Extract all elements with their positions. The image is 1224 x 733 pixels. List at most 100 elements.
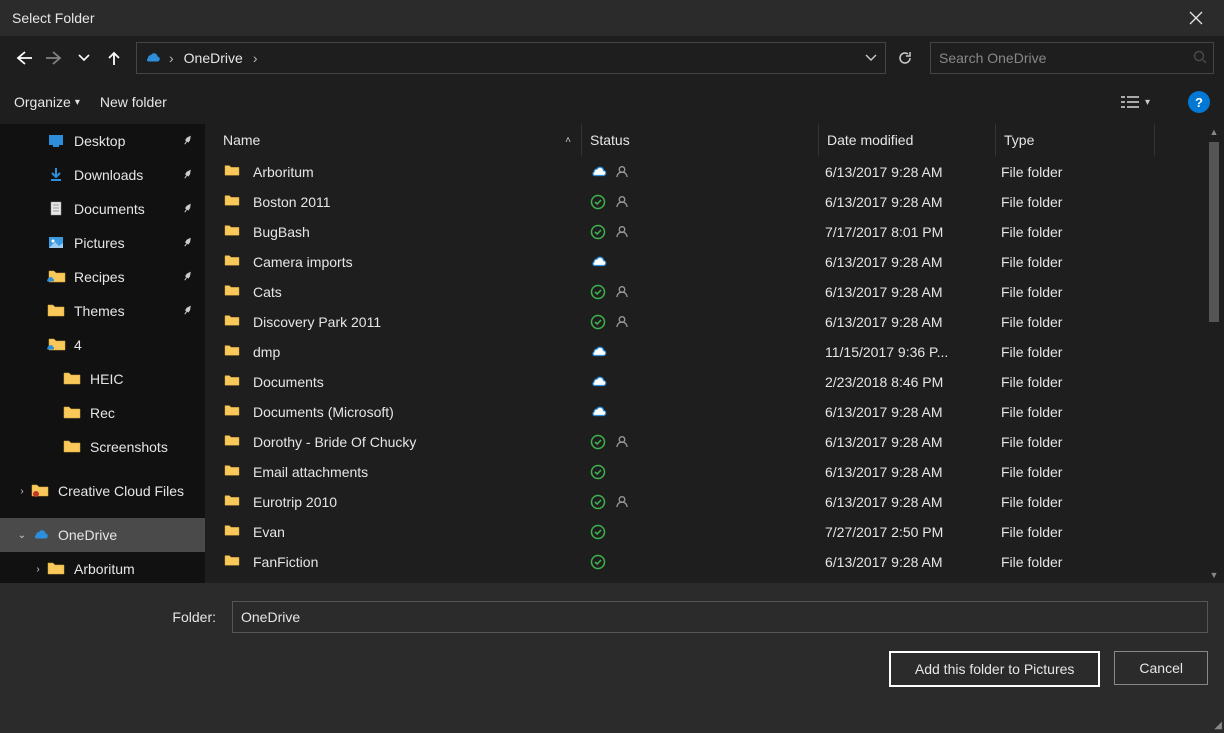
nav-recent-dropdown[interactable] <box>70 44 98 72</box>
download-icon <box>46 165 66 185</box>
tree-item[interactable]: Documents <box>0 192 205 226</box>
file-row[interactable]: Boston 20116/13/2017 9:28 AMFile folder <box>205 187 1224 217</box>
expand-icon[interactable]: › <box>14 486 30 497</box>
tree-item[interactable]: Themes <box>0 294 205 328</box>
file-name: dmp <box>253 344 280 360</box>
file-row[interactable]: Dorothy - Bride Of Chucky6/13/2017 9:28 … <box>205 427 1224 457</box>
search-icon <box>1193 50 1207 67</box>
titlebar: Select Folder <box>0 0 1224 36</box>
column-name[interactable]: Name˄ <box>205 124 582 156</box>
refresh-button[interactable] <box>890 43 920 73</box>
file-date: 6/13/2017 9:28 AM <box>817 164 993 180</box>
file-row[interactable]: dmp11/15/2017 9:36 P...File folder <box>205 337 1224 367</box>
file-row[interactable]: Discovery Park 20116/13/2017 9:28 AMFile… <box>205 307 1224 337</box>
search-input[interactable] <box>937 49 1193 67</box>
tree-item[interactable]: Pictures <box>0 226 205 260</box>
check-status-icon <box>589 313 607 331</box>
file-name: Cats <box>253 284 282 300</box>
file-type: File folder <box>993 314 1151 330</box>
file-row[interactable]: Documents (Microsoft)6/13/2017 9:28 AMFi… <box>205 397 1224 427</box>
file-date: 6/13/2017 9:28 AM <box>817 314 993 330</box>
file-row[interactable]: BugBash7/17/2017 8:01 PMFile folder <box>205 217 1224 247</box>
cloud-status-icon <box>589 253 607 271</box>
folder-icon <box>223 223 241 241</box>
column-type[interactable]: Type <box>996 124 1155 156</box>
tree-item-label: Themes <box>74 303 179 319</box>
column-status[interactable]: Status <box>582 124 819 156</box>
file-row[interactable]: Eurotrip 20106/13/2017 9:28 AMFile folde… <box>205 487 1224 517</box>
file-date: 2/23/2018 8:46 PM <box>817 374 993 390</box>
tree-item[interactable]: Recipes <box>0 260 205 294</box>
organize-label: Organize <box>14 94 71 110</box>
file-date: 6/13/2017 9:28 AM <box>817 434 993 450</box>
organize-menu[interactable]: Organize ▾ <box>14 94 80 110</box>
tree-item[interactable]: Downloads <box>0 158 205 192</box>
nav-back-button[interactable] <box>10 44 38 72</box>
help-button[interactable]: ? <box>1188 91 1210 113</box>
file-row[interactable]: Evan7/27/2017 2:50 PMFile folder <box>205 517 1224 547</box>
file-row[interactable]: FanFiction6/13/2017 9:28 AMFile folder <box>205 547 1224 577</box>
add-folder-button[interactable]: Add this folder to Pictures <box>889 651 1101 687</box>
check-status-icon <box>589 433 607 451</box>
column-date-modified[interactable]: Date modified <box>819 124 996 156</box>
navigation-tree[interactable]: Desktop Downloads DocumentsPicturesRecipes… <box>0 124 205 583</box>
pin-icon <box>179 168 195 182</box>
file-row[interactable]: Camera imports6/13/2017 9:28 AMFile fold… <box>205 247 1224 277</box>
breadcrumb-item[interactable]: OneDrive <box>178 50 249 66</box>
expand-icon[interactable]: › <box>30 564 46 575</box>
search-box[interactable] <box>930 42 1214 74</box>
cancel-button[interactable]: Cancel <box>1114 651 1208 685</box>
tree-item[interactable]: Desktop <box>0 124 205 158</box>
close-button[interactable] <box>1176 0 1216 36</box>
file-row[interactable]: Arboritum6/13/2017 9:28 AMFile folder <box>205 157 1224 187</box>
nav-up-button[interactable] <box>100 44 128 72</box>
scroll-down-button[interactable]: ▼ <box>1206 567 1222 583</box>
cloud-status-icon <box>589 163 607 181</box>
file-rows: Arboritum6/13/2017 9:28 AMFile folder Bos… <box>205 157 1224 583</box>
file-name: Boston 2011 <box>253 194 331 210</box>
vertical-scrollbar[interactable]: ▲ ▼ <box>1206 124 1222 583</box>
address-bar[interactable]: › OneDrive › <box>136 42 886 74</box>
file-date: 6/13/2017 9:28 AM <box>817 404 993 420</box>
toolbar: Organize ▾ New folder ▾ ? <box>0 80 1224 124</box>
pin-icon <box>179 202 195 216</box>
nav-forward-button[interactable] <box>40 44 68 72</box>
file-row[interactable]: Cats6/13/2017 9:28 AMFile folder <box>205 277 1224 307</box>
tree-item-label: 4 <box>74 337 205 353</box>
view-options-button[interactable]: ▾ <box>1121 95 1150 109</box>
new-folder-button[interactable]: New folder <box>100 94 167 110</box>
tree-item-label: Downloads <box>74 167 179 183</box>
file-date: 7/17/2017 8:01 PM <box>817 224 993 240</box>
expand-icon[interactable]: ⌄ <box>14 530 30 541</box>
tree-item[interactable]: Rec <box>0 396 205 430</box>
onedrive-icon <box>143 49 161 67</box>
tree-item[interactable]: ›Creative Cloud Files <box>0 474 205 508</box>
tree-item[interactable]: ⌄OneDrive <box>0 518 205 552</box>
check-status-icon <box>589 523 607 541</box>
file-row[interactable]: Documents2/23/2018 8:46 PMFile folder <box>205 367 1224 397</box>
tree-item[interactable]: 4 <box>0 328 205 362</box>
shared-icon <box>613 223 631 241</box>
tree-item[interactable]: ›Arboritum <box>0 552 205 583</box>
file-date: 6/13/2017 9:28 AM <box>817 194 993 210</box>
scroll-up-button[interactable]: ▲ <box>1206 124 1222 140</box>
file-name: Email attachments <box>253 464 368 480</box>
file-date: 6/13/2017 9:28 AM <box>817 284 993 300</box>
file-type: File folder <box>993 254 1151 270</box>
tree-item[interactable]: HEIC <box>0 362 205 396</box>
shared-icon <box>613 193 631 211</box>
file-date: 6/13/2017 9:28 AM <box>817 254 993 270</box>
file-row[interactable]: Email attachments6/13/2017 9:28 AMFile f… <box>205 457 1224 487</box>
resize-grip[interactable]: ◢ <box>1214 720 1222 731</box>
file-type: File folder <box>993 404 1151 420</box>
scroll-thumb[interactable] <box>1209 142 1219 322</box>
shared-icon <box>613 433 631 451</box>
tree-item-label: Rec <box>90 405 205 421</box>
button-row: Add this folder to Pictures Cancel <box>16 651 1208 687</box>
shared-icon <box>613 313 631 331</box>
file-type: File folder <box>993 464 1151 480</box>
folder-name-input[interactable] <box>232 601 1208 633</box>
dialog-window: Select Folder › OneDrive › Organize ▾ <box>0 0 1224 733</box>
address-history-dropdown[interactable] <box>859 54 883 62</box>
tree-item[interactable]: Screenshots <box>0 430 205 464</box>
